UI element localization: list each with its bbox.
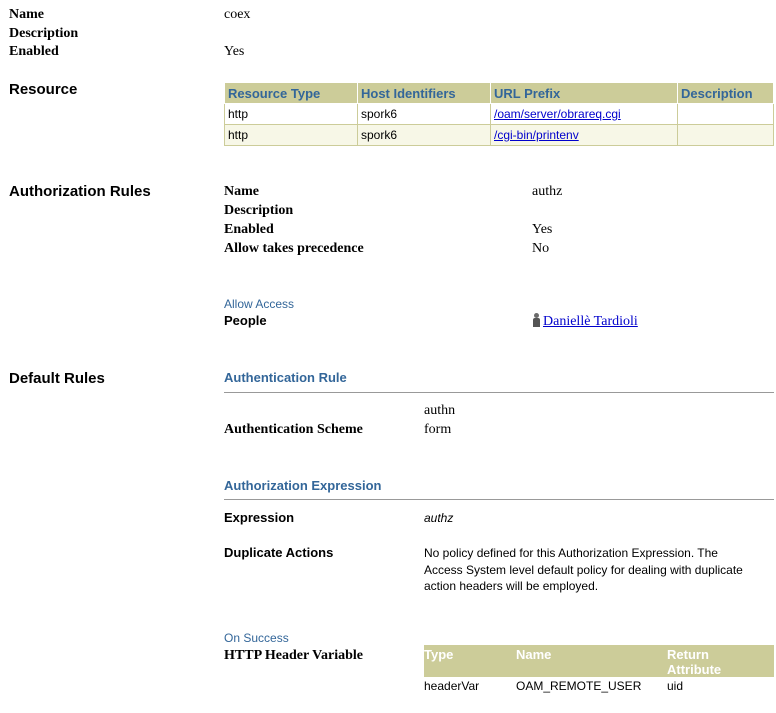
on-success-label: On Success xyxy=(224,631,289,645)
allow-precedence-label: Allow takes precedence xyxy=(224,241,364,256)
column-header: URL Prefix xyxy=(490,82,678,104)
authn-scheme-label: Authentication Scheme xyxy=(224,422,363,437)
duplicate-actions-line: Access System level default policy for d… xyxy=(424,562,743,577)
authz-enabled-value: Yes xyxy=(532,222,553,237)
url-prefix-link[interactable]: /cgi-bin/printenv xyxy=(494,128,579,142)
description-label: Description xyxy=(9,26,79,41)
duplicate-actions-text: No policy defined for this Authorization… xyxy=(424,545,743,595)
host-cell: spork6 xyxy=(357,103,491,125)
resource-type-cell: http xyxy=(224,124,358,146)
header-variable-table-header xyxy=(424,645,774,677)
allow-access-label: Allow Access xyxy=(224,297,295,311)
description-cell xyxy=(677,103,774,125)
column-header: Description xyxy=(677,82,774,104)
resource-table-header: Resource Type Host Identifiers URL Prefi… xyxy=(224,82,774,104)
header-var-type: headerVar xyxy=(424,679,480,693)
duplicate-actions-line: No policy defined for this Authorization… xyxy=(424,546,718,560)
url-prefix-link[interactable]: /oam/server/obrareq.cgi xyxy=(494,107,621,121)
authorization-expression-heading: Authorization Expression xyxy=(224,478,382,493)
authz-name-label: Name xyxy=(224,184,259,199)
authn-name-value: authn xyxy=(424,403,456,418)
resource-section-title: Resource xyxy=(9,81,78,98)
header-var-name: OAM_REMOTE_USER xyxy=(516,679,642,693)
column-header: Attribute xyxy=(667,662,722,677)
table-row: http spork6 /cgi-bin/printenv xyxy=(224,124,774,146)
column-header: Type xyxy=(424,647,454,662)
authorization-rules-title: Authorization Rules xyxy=(9,183,151,200)
column-header: Return xyxy=(667,647,709,662)
authz-name-value: authz xyxy=(532,184,563,199)
enabled-value: Yes xyxy=(224,44,245,59)
table-row: http spork6 /oam/server/obrareq.cgi xyxy=(224,103,774,125)
resource-type-cell: http xyxy=(224,103,358,125)
divider xyxy=(224,499,774,500)
duplicate-actions-line: action headers will be employed. xyxy=(424,579,599,593)
column-header: Host Identifiers xyxy=(357,82,491,104)
enabled-label: Enabled xyxy=(9,44,59,59)
allow-precedence-value: No xyxy=(532,241,550,256)
person-icon xyxy=(532,313,541,327)
people-label: People xyxy=(224,313,267,328)
name-label: Name xyxy=(9,7,44,22)
default-rules-title: Default Rules xyxy=(9,370,105,387)
http-header-variable-label: HTTP Header Variable xyxy=(224,648,363,663)
name-value: coex xyxy=(224,7,251,22)
person-link[interactable]: Daniellè Tardioli xyxy=(543,314,638,329)
description-cell xyxy=(677,124,774,146)
host-cell: spork6 xyxy=(357,124,491,146)
authz-enabled-label: Enabled xyxy=(224,222,274,237)
authentication-rule-heading: Authentication Rule xyxy=(224,370,347,385)
column-header: Resource Type xyxy=(224,82,358,104)
authn-scheme-value: form xyxy=(424,422,452,437)
column-header: Name xyxy=(516,647,552,662)
header-var-return: uid xyxy=(667,679,684,693)
duplicate-actions-label: Duplicate Actions xyxy=(224,545,334,560)
resource-table: Resource Type Host Identifiers URL Prefi… xyxy=(224,82,774,146)
divider xyxy=(224,392,774,393)
people-entry: Daniellè Tardioli xyxy=(532,313,638,330)
expression-label: Expression xyxy=(224,510,295,525)
expression-value: authz xyxy=(424,511,454,525)
authz-description-label: Description xyxy=(224,203,294,218)
